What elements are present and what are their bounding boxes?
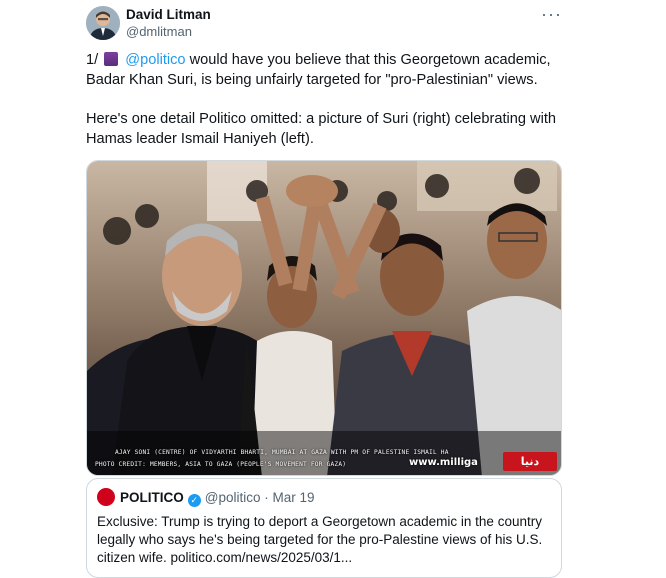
tweet-photo[interactable]: AJAY SONI (CENTRE) OF VIDYARTHI BHARTI, … [86, 160, 562, 476]
photo-caption-line-1: AJAY SONI (CENTRE) OF VIDYARTHI BHARTI, … [115, 449, 449, 456]
author-display-name[interactable]: David Litman [126, 7, 211, 23]
tweet-paragraph-2: Here's one detail Politico omitted: a pi… [86, 111, 557, 147]
author-handle[interactable]: @dmlitman [126, 23, 211, 40]
tweet-paragraph-1: 1/ @politico would have you believe that… [86, 51, 562, 90]
quoted-tweet-text: Exclusive: Trump is trying to deport a G… [97, 514, 543, 565]
author-avatar[interactable] [86, 6, 120, 40]
thread-icon [104, 52, 119, 66]
tweet: David Litman @dmlitman ··· 1/ @politico … [0, 0, 666, 578]
tweet-header: David Litman @dmlitman ··· [86, 4, 562, 46]
quoted-tweet[interactable]: POLITICO ✓ @politico · Mar 19 Exclusive: T… [86, 478, 562, 578]
more-icon[interactable]: ··· [541, 4, 562, 25]
tweet-text: 1/ @politico would have you believe that… [86, 51, 562, 169]
photo-image [87, 161, 561, 475]
politico-avatar[interactable] [97, 488, 115, 506]
quoted-tweet-header: POLITICO ✓ @politico · Mar 19 [97, 488, 315, 507]
author-names: David Litman @dmlitman [126, 7, 211, 40]
photo-logo-badge: دنيا الوطن [503, 452, 557, 475]
verified-badge-icon: ✓ [187, 494, 201, 507]
quoted-author-name[interactable]: POLITICO [120, 490, 184, 505]
tweet-prefix: 1/ [86, 52, 99, 68]
quoted-author-handle[interactable]: @politico [205, 490, 261, 505]
photo-caption-line-2: PHOTO CREDIT: MEMBERS, ASIA TO GAZA (PEO… [95, 461, 347, 468]
politico-mention-link[interactable]: @politico [125, 52, 185, 68]
photo-watermark-site: www.milliga [409, 457, 478, 468]
quoted-separator: · [260, 490, 273, 505]
quoted-date[interactable]: Mar 19 [272, 490, 314, 505]
